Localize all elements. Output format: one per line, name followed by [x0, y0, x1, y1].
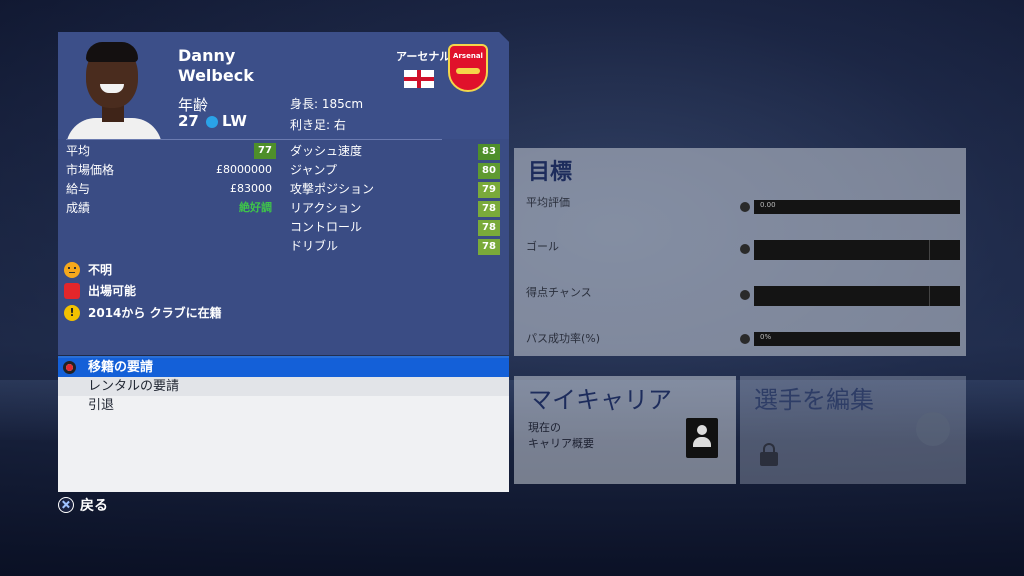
stat-row-overall: 平均 77: [66, 142, 276, 160]
player-action-menu: 移籍の要請 レンタルの要請 引退: [58, 356, 509, 492]
stat-row-sprint-speed: ダッシュ速度 83: [290, 142, 502, 160]
goal-label: 得点チャンス: [526, 286, 592, 299]
status-text: 2014から クラブに在籍: [88, 306, 222, 320]
status-text: 出場可能: [88, 284, 137, 298]
goal-row-goals: ゴール: [514, 238, 966, 274]
stat-label: 平均: [66, 144, 91, 158]
menu-item-transfer-request[interactable]: 移籍の要請: [58, 358, 509, 377]
goal-label: パス成功率(%): [526, 332, 601, 345]
club-crest-icon: Arsenal: [448, 44, 488, 92]
edit-player-icon: [916, 412, 950, 446]
crest-text: Arsenal: [453, 52, 483, 60]
age-value: 27: [178, 112, 199, 130]
position-dot-icon: [206, 116, 218, 128]
career-subtitle-line: キャリア概要: [528, 437, 594, 450]
status-text: 不明: [88, 263, 113, 277]
goal-progress-bar: [754, 240, 960, 260]
stat-label: ダッシュ速度: [290, 144, 363, 158]
rating-badge: 83: [478, 144, 500, 160]
stat-label: リアクション: [290, 201, 362, 215]
edit-player-title: 選手を編集: [754, 386, 874, 414]
my-career-tile[interactable]: マイキャリア 現在の キャリア概要: [514, 376, 736, 484]
stat-row-ball-control: コントロール 78: [290, 218, 502, 236]
goal-row-pass-accuracy: パス成功率(%) 0%: [514, 330, 966, 366]
player-first-name: Danny: [178, 46, 236, 65]
preferred-foot: 利き足: 右: [290, 118, 346, 132]
player-height: 身長: 185cm: [290, 97, 364, 111]
player-card: Danny Welbeck 年齢 27 LW 身長: 185cm 利き足: 右 …: [58, 32, 509, 355]
career-subtitle: 現在の キャリア概要: [528, 420, 594, 452]
rating-badge: 79: [478, 182, 500, 198]
goal-dot: [740, 202, 750, 212]
stat-label: ジャンプ: [290, 163, 338, 177]
circle-button-icon: [63, 361, 76, 374]
goal-progress-bar: 0%: [754, 332, 960, 346]
my-career-title: マイキャリア: [528, 386, 672, 414]
profile-card-icon: [686, 418, 718, 458]
warning-icon: [64, 305, 80, 321]
goal-dot: [740, 244, 750, 254]
stat-row-market-value: 市場価格 £8000000: [66, 161, 276, 179]
player-last-name: Welbeck: [178, 66, 254, 85]
menu-item-loan-request[interactable]: レンタルの要請: [58, 377, 509, 396]
stat-label: 攻撃ポジション: [290, 182, 375, 196]
rating-badge: 80: [478, 163, 500, 179]
goal-progress-bar: 0.00: [754, 200, 960, 214]
player-name: Danny Welbeck: [178, 46, 254, 86]
rating-badge: 78: [478, 239, 500, 255]
goal-bar-value: 0.00: [760, 201, 776, 209]
goal-label: ゴール: [526, 240, 559, 253]
goal-bar-value: 0%: [760, 333, 772, 341]
stat-label: ドリブル: [290, 239, 339, 253]
stat-row-jumping: ジャンプ 80: [290, 161, 502, 179]
goal-dot: [740, 290, 750, 300]
club-name: アーセナル: [396, 50, 451, 63]
career-subtitle-line: 現在の: [528, 421, 561, 434]
stat-label: 成績: [66, 201, 91, 215]
stat-label: 給与: [66, 182, 91, 196]
edit-player-tile[interactable]: 選手を編集: [740, 376, 966, 484]
goals-title: 目標: [528, 160, 573, 185]
stat-row-dribbling: ドリブル 78: [290, 237, 502, 255]
morale-face-icon: [64, 262, 80, 278]
stat-label: 市場価格: [66, 163, 115, 177]
goal-dot: [740, 334, 750, 344]
stat-value: £83000: [230, 182, 272, 195]
goal-row-chances: 得点チャンス: [514, 284, 966, 320]
goals-panel: 目標 平均評価 0.00 ゴール 得点チャンス パス成功率(%) 0%: [514, 148, 966, 356]
england-flag-icon: [404, 70, 434, 88]
lock-icon: [760, 443, 778, 466]
goal-row-average-rating: 平均評価 0.00: [514, 194, 966, 230]
stat-row-reactions: リアクション 78: [290, 199, 502, 217]
form-value: 絶好調: [239, 201, 272, 214]
stat-row-positioning: 攻撃ポジション 79: [290, 180, 502, 198]
rating-badge: 78: [478, 220, 500, 236]
stat-value: £8000000: [216, 163, 272, 176]
rating-badge: 77: [254, 143, 276, 159]
menu-item-label: レンタルの要請: [88, 379, 180, 394]
rating-badge: 78: [478, 201, 500, 217]
menu-item-label: 移籍の要請: [88, 360, 154, 375]
goal-label: 平均評価: [526, 196, 570, 209]
player-portrait: [66, 38, 162, 140]
fitness-icon: [64, 283, 80, 299]
stat-row-wage: 給与 £83000: [66, 180, 276, 198]
position-value: LW: [222, 112, 247, 130]
menu-item-label: 引退: [88, 398, 115, 413]
back-label: 戻る: [80, 498, 108, 514]
divider: [66, 139, 442, 140]
cross-button-icon: [58, 497, 74, 513]
goal-progress-bar: [754, 286, 960, 306]
menu-item-retire[interactable]: 引退: [58, 396, 509, 415]
stat-label: コントロール: [290, 220, 363, 234]
stat-row-form: 成績 絶好調: [66, 199, 276, 217]
